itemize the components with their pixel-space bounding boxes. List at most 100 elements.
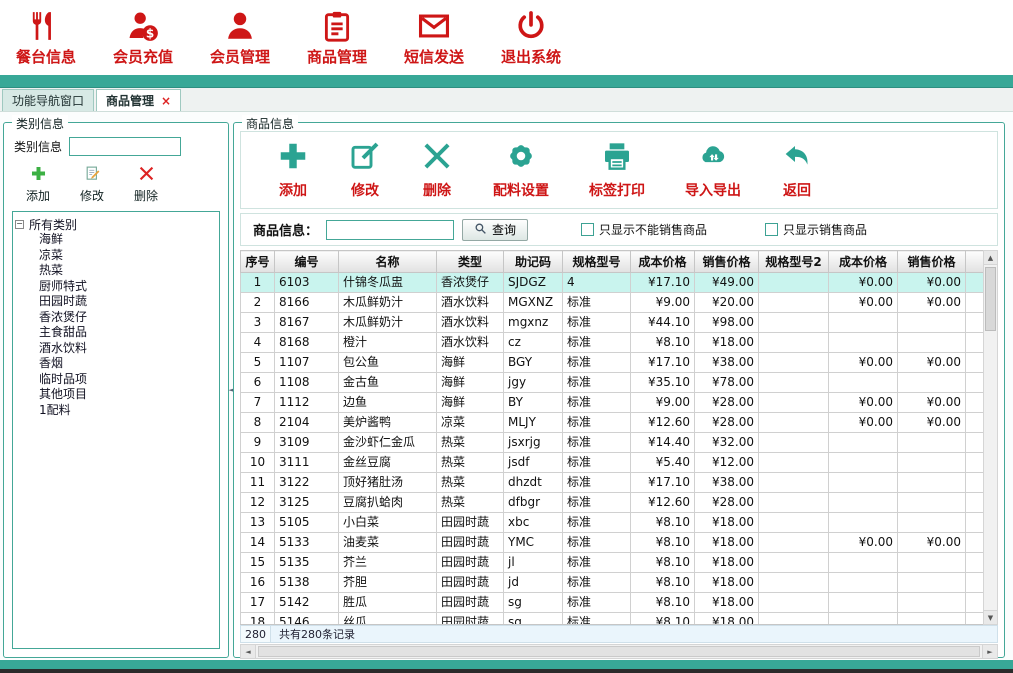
category-name-input[interactable] (69, 137, 181, 156)
tree-item[interactable]: 其他项目 (15, 387, 217, 403)
table-cell: 5135 (275, 553, 339, 573)
table-cell: 田园时蔬 (437, 513, 504, 533)
tree-item[interactable]: 香烟 (15, 356, 217, 372)
table-cell: ¥8.10 (631, 593, 695, 613)
show-unsellable-checkbox[interactable]: 只显示不能销售商品 (581, 221, 707, 238)
table-row[interactable]: 61108金古鱼海鲜jgy标准¥35.10¥78.00 (241, 373, 985, 393)
table-cell: 酒水饮料 (437, 293, 504, 313)
nav-table-info[interactable]: 餐台信息 (14, 9, 78, 67)
scroll-up-icon[interactable]: ▲ (984, 251, 997, 265)
scrollbar-thumb[interactable] (985, 267, 996, 331)
table-cell: 标准 (563, 533, 631, 553)
nav-member-manage[interactable]: 会员管理 (208, 9, 272, 67)
vertical-scrollbar[interactable]: ▲ ▼ (983, 250, 998, 625)
table-cell: 3125 (275, 493, 339, 513)
tab-function-nav[interactable]: 功能导航窗口 (2, 89, 94, 111)
table-row[interactable]: 135105小白菜田园时蔬xbc标准¥8.10¥18.00 (241, 513, 985, 533)
column-header[interactable]: 成本价格 (829, 251, 898, 273)
nav-sms-send[interactable]: 短信发送 (402, 9, 466, 67)
table-row[interactable]: 28166木瓜鲜奶汁酒水饮料MGXNZ标准¥9.00¥20.00¥0.00¥0.… (241, 293, 985, 313)
column-header[interactable]: 规格型号 (563, 251, 631, 273)
tree-root[interactable]: − 所有类别 (15, 216, 217, 232)
table-row[interactable]: 82104美炉酱鸭凉菜MLJY标准¥12.60¥28.00¥0.00¥0.00 (241, 413, 985, 433)
column-header[interactable]: 名称 (339, 251, 437, 273)
column-header[interactable]: 成本价格 (631, 251, 695, 273)
table-row[interactable]: 71112边鱼海鲜BY标准¥9.00¥28.00¥0.00¥0.00 (241, 393, 985, 413)
back-button[interactable]: 返回 (781, 140, 813, 200)
scrollbar-thumb[interactable] (258, 646, 980, 657)
table-cell: 1108 (275, 373, 339, 393)
horizontal-scrollbar[interactable]: ◄ ► (240, 644, 998, 659)
column-header[interactable]: 助记码 (504, 251, 563, 273)
table-row[interactable]: 93109金沙虾仁金瓜热菜jsxrjg标准¥14.40¥32.00 (241, 433, 985, 453)
product-add-button[interactable]: 添加 (277, 140, 309, 200)
table-row[interactable]: 145133油麦菜田园时蔬YMC标准¥8.10¥18.00¥0.00¥0.00 (241, 533, 985, 553)
table-row[interactable]: 48168橙汁酒水饮料cz标准¥8.10¥18.00 (241, 333, 985, 353)
table-cell: YMC (504, 533, 563, 553)
category-delete-button[interactable]: 删除 (134, 165, 158, 204)
table-cell (829, 313, 898, 333)
table-cell: BY (504, 393, 563, 413)
import-export-button[interactable]: 导入导出 (685, 140, 741, 200)
scroll-down-icon[interactable]: ▼ (984, 610, 997, 624)
tree-item[interactable]: 凉菜 (15, 248, 217, 264)
table-row[interactable]: 16103什锦冬瓜盅香浓煲仔SJDGZ4¥17.10¥49.00¥0.00¥0.… (241, 273, 985, 293)
nav-member-recharge[interactable]: $ 会员充值 (111, 9, 175, 67)
table-cell (759, 473, 829, 493)
product-edit-button[interactable]: 修改 (349, 140, 381, 200)
tree-item[interactable]: 主食甜品 (15, 325, 217, 341)
column-header[interactable]: 销售价格 (898, 251, 966, 273)
table-cell: ¥18.00 (695, 593, 759, 613)
table-row[interactable]: 113122顶好猪肚汤热菜dhzdt标准¥17.10¥38.00 (241, 473, 985, 493)
table-row[interactable]: 103111金丝豆腐热菜jsdf标准¥5.40¥12.00 (241, 453, 985, 473)
table-cell: ¥18.00 (695, 333, 759, 353)
table-cell: 田园时蔬 (437, 593, 504, 613)
tree-item[interactable]: 厨师特式 (15, 279, 217, 295)
table-cell: 8166 (275, 293, 339, 313)
tree-item[interactable]: 1配料 (15, 403, 217, 419)
nav-exit-system[interactable]: 退出系统 (499, 9, 563, 67)
query-button[interactable]: 查询 (462, 219, 528, 241)
label-print-button[interactable]: 标签打印 (589, 140, 645, 200)
column-header[interactable]: 类型 (437, 251, 504, 273)
table-row[interactable]: 38167木瓜鲜奶汁酒水饮料mgxnz标准¥44.10¥98.00 (241, 313, 985, 333)
show-sellable-checkbox[interactable]: 只显示销售商品 (765, 221, 867, 238)
scroll-left-icon[interactable]: ◄ (241, 645, 256, 658)
nav-product-manage[interactable]: 商品管理 (305, 9, 369, 67)
tab-product-manage[interactable]: 商品管理 × (96, 89, 181, 111)
table-row[interactable]: 165138芥胆田园时蔬jd标准¥8.10¥18.00 (241, 573, 985, 593)
column-header[interactable]: 规格型号2 (759, 251, 829, 273)
table-row[interactable]: 175142胜瓜田园时蔬sg标准¥8.10¥18.00 (241, 593, 985, 613)
tree-expander-icon[interactable]: − (15, 220, 24, 229)
show-unsellable-label: 只显示不能销售商品 (599, 221, 707, 238)
column-header[interactable]: 序号 (241, 251, 275, 273)
tab-close-icon[interactable]: × (161, 95, 171, 107)
table-row[interactable]: 155135芥兰田园时蔬jl标准¥8.10¥18.00 (241, 553, 985, 573)
category-edit-button[interactable]: 修改 (80, 165, 104, 204)
import-export-label: 导入导出 (685, 180, 741, 200)
column-header[interactable]: 销售价格 (695, 251, 759, 273)
table-row[interactable]: 51107包公鱼海鲜BGY标准¥17.10¥38.00¥0.00¥0.00 (241, 353, 985, 373)
tree-item[interactable]: 海鲜 (15, 232, 217, 248)
table-cell: ¥8.10 (631, 533, 695, 553)
tree-item[interactable]: 田园时蔬 (15, 294, 217, 310)
tree-item[interactable]: 临时品项 (15, 372, 217, 388)
checkbox-icon[interactable] (765, 223, 778, 236)
checkbox-icon[interactable] (581, 223, 594, 236)
tree-item[interactable]: 酒水饮料 (15, 341, 217, 357)
category-panel-title: 类别信息 (12, 115, 68, 132)
column-header[interactable]: 编号 (275, 251, 339, 273)
table-row[interactable]: 123125豆腐扒蛤肉热菜dfbgr标准¥12.60¥28.00 (241, 493, 985, 513)
table-cell: 顶好猪肚汤 (339, 473, 437, 493)
category-add-button[interactable]: 添加 (26, 165, 50, 204)
product-delete-button[interactable]: 删除 (421, 140, 453, 200)
table-row[interactable]: 185146丝瓜田园时蔬sg标准¥8.10¥18.00 (241, 613, 985, 626)
ingredient-settings-button[interactable]: 配料设置 (493, 140, 549, 200)
tree-item[interactable]: 香浓煲仔 (15, 310, 217, 326)
product-search-input[interactable] (326, 220, 454, 240)
table-cell: 油麦菜 (339, 533, 437, 553)
tree-item[interactable]: 热菜 (15, 263, 217, 279)
window-bottom-edge (0, 669, 1013, 673)
scroll-right-icon[interactable]: ► (982, 645, 997, 658)
table-cell: 标准 (563, 613, 631, 626)
